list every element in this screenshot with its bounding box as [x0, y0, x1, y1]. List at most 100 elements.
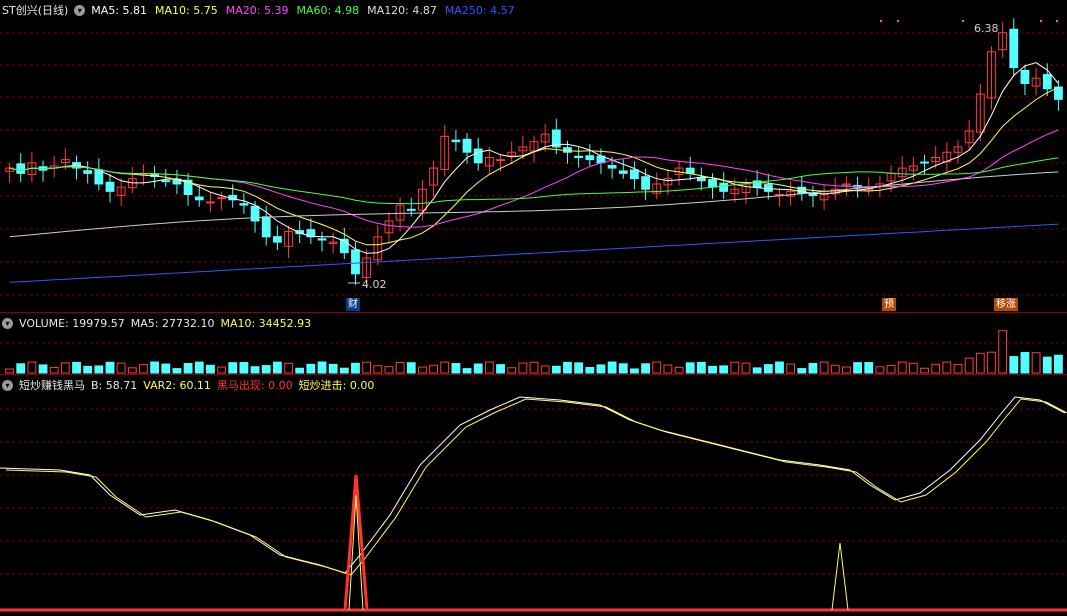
volume-bar: [830, 364, 840, 374]
signal-dot-4: [1056, 20, 1058, 22]
volume-bar: [1031, 352, 1041, 374]
indicator-jinji: 短炒进击: 0.00: [298, 379, 375, 392]
volume-bar: [496, 364, 505, 374]
ma-indicator-1: MA10: 5.75: [155, 3, 218, 17]
signal-dot-0: [880, 20, 882, 22]
volume-bar: [574, 362, 584, 374]
chevron-down-icon[interactable]: ▾: [2, 317, 13, 329]
volume-bar: [596, 364, 606, 374]
volume-bar: [295, 367, 305, 374]
candle-body: [351, 249, 360, 275]
volume-bar: [328, 363, 338, 374]
volume-bar: [406, 362, 416, 374]
jinji-spike-2: [831, 542, 849, 611]
volume-bar: [1009, 356, 1019, 374]
candle-body: [696, 177, 706, 182]
signal-dot-1: [897, 20, 899, 22]
chevron-down-icon[interactable]: ▾: [2, 379, 13, 391]
price-header: ST创兴 (日线) ▾ MA5: 5.81 MA10: 5.75 MA20: 5.3…: [2, 2, 515, 18]
period-label: (日线): [37, 4, 69, 17]
chevron-down-icon[interactable]: ▾: [74, 4, 86, 16]
candle-body: [406, 208, 416, 211]
volume-bar: [384, 366, 394, 374]
volume-bar: [585, 366, 595, 374]
volume-bar: [908, 362, 918, 374]
indicator-name: 短炒赚钱黑马: [19, 379, 85, 392]
volume-bar: [228, 362, 238, 374]
volume-bar: [395, 362, 405, 374]
candle-body: [496, 159, 505, 162]
event-marker-cai[interactable]: 财: [346, 298, 360, 311]
volume-bar: [217, 366, 226, 374]
volume-bar: [551, 365, 561, 374]
volume-bar: [116, 362, 126, 374]
volume-bar: [797, 368, 807, 374]
volume-bar: [351, 362, 360, 374]
ma10-line: [9, 86, 1059, 246]
volume-bar: [150, 361, 160, 374]
volume-bar: [60, 362, 70, 374]
volume-bar: [953, 363, 963, 374]
ma-indicator-3: MA60: 4.98: [296, 3, 360, 17]
volume-bar: [105, 361, 115, 374]
volume-bar: [429, 364, 438, 374]
volume-panel[interactable]: ▾ VOLUME: 19979.57 MA5: 27732.10 MA10: 3…: [0, 312, 1067, 375]
candle-body: [217, 197, 226, 200]
candle-body: [708, 179, 717, 188]
stock-name: ST创兴: [2, 4, 38, 17]
volume-bar: [418, 366, 427, 374]
price-panel[interactable]: ST创兴 (日线) ▾ MA5: 5.81 MA10: 5.75 MA20: 5.3…: [0, 0, 1067, 312]
candle-body: [1042, 74, 1052, 90]
volume-bar: [897, 361, 907, 374]
volume-bar: [730, 361, 740, 374]
volume-bar: [284, 362, 293, 374]
event-marker-yu[interactable]: 预: [882, 298, 896, 311]
volume-bar: [161, 363, 171, 374]
volume-bar: [607, 361, 617, 374]
ma250-line: [9, 223, 1059, 283]
candle-body: [250, 205, 260, 222]
indicator-chart[interactable]: [0, 375, 1067, 616]
high-price-label: 6.38: [974, 22, 999, 35]
candle-body: [473, 148, 483, 164]
volume-bar: [920, 367, 929, 374]
volume-bar: [306, 363, 316, 374]
volume-bar: [339, 367, 349, 374]
volume-bar: [362, 361, 372, 374]
volume-bar: [853, 362, 862, 374]
candle-body: [272, 236, 282, 243]
volume-bar: [674, 366, 684, 374]
volume-bar: [752, 367, 762, 374]
volume-bar: [540, 365, 550, 374]
volume-bar: [518, 362, 528, 374]
volume-bar: [864, 362, 874, 374]
volume-bar: [529, 361, 539, 374]
volume-bar: [842, 366, 851, 374]
price-chart[interactable]: [0, 0, 1067, 312]
volume-bar: [942, 361, 952, 374]
candle-body: [161, 180, 171, 183]
volume-header: ▾ VOLUME: 19979.57 MA5: 27732.10 MA10: 3…: [2, 315, 311, 331]
candle-body: [462, 138, 472, 153]
volume-bar: [975, 352, 985, 374]
var2-line: [5, 398, 1067, 576]
volume-bar: [886, 365, 896, 374]
volume-bar: [1054, 354, 1063, 374]
ma-indicator-4: MA120: 4.87: [367, 3, 437, 17]
candle-body: [194, 196, 204, 201]
indicator-heima: 黑马出现: 0.00: [216, 379, 293, 392]
volume-bar: [786, 363, 796, 374]
volume-bar: [206, 364, 215, 374]
b-line: [0, 396, 1066, 574]
candle-body: [607, 164, 617, 169]
indicator-var2: VAR2: 60.11: [143, 378, 211, 392]
volume-bar: [641, 363, 650, 374]
volume-bar: [127, 367, 137, 374]
indicator-panel[interactable]: ▾ 短炒赚钱黑马 B: 58.71 VAR2: 60.11 黑马出现: 0.00…: [0, 374, 1067, 616]
event-marker-yizhang[interactable]: 移涨: [994, 298, 1018, 311]
candle-body: [1009, 28, 1019, 69]
indicator-b: B: 58.71: [91, 378, 138, 392]
ma-indicator-2: MA20: 5.39: [225, 3, 289, 17]
candle-body: [16, 163, 26, 174]
volume-bar: [83, 365, 93, 374]
